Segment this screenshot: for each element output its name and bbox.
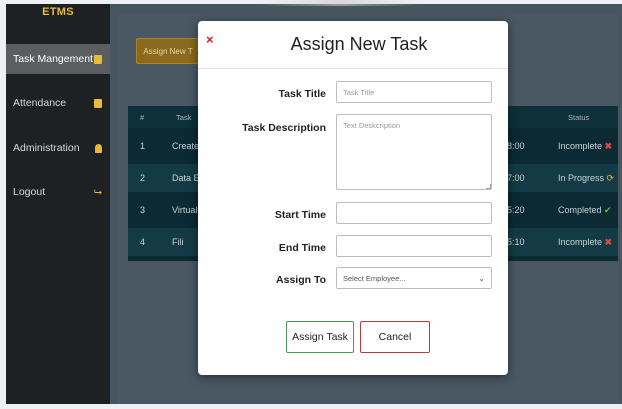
list-icon [94, 54, 102, 64]
decorative-glint [260, 0, 420, 6]
logout-icon: ⮡ [94, 186, 102, 198]
assign-to-select[interactable]: Select Employee... ⌄ [336, 267, 492, 289]
chevron-down-icon: ⌄ [478, 273, 485, 283]
start-time-label: Start Time [274, 209, 326, 221]
start-time-input[interactable] [336, 202, 492, 224]
sidebar-item-logout[interactable]: Logout ⮡ [6, 177, 110, 207]
task-title-label: Task Title [278, 88, 326, 100]
cancel-button[interactable]: Cancel [360, 321, 430, 353]
assign-new-task-button[interactable]: Assign New T [136, 38, 200, 64]
sidebar-item-label: Administration [13, 142, 80, 154]
brand-logo: ETMS [42, 6, 74, 18]
row-status: Completed ✔ [558, 205, 612, 216]
sidebar-item-label: Logout [13, 186, 46, 198]
assign-task-modal: × Assign New Task Task Title Task Descri… [198, 21, 508, 375]
row-number: 4 [140, 237, 146, 247]
row-task: Data E [172, 173, 200, 183]
status-text: Incomplete [558, 140, 603, 151]
row-number: 2 [140, 173, 146, 183]
sidebar-item-label: Task Mangement [13, 53, 93, 65]
column-header-status: Status [568, 112, 590, 122]
status-text: Incomplete [558, 236, 603, 247]
end-time-input[interactable] [336, 235, 492, 257]
row-number: 3 [140, 205, 146, 215]
task-title-input[interactable] [336, 81, 492, 103]
end-time-label: End Time [278, 242, 326, 254]
user-icon [95, 143, 102, 153]
sidebar-item-administration[interactable]: Administration [6, 133, 110, 163]
sidebar-item-label: Attendance [13, 97, 67, 109]
sidebar-item-attendance[interactable]: Attendance [6, 88, 110, 118]
status-text: Completed [558, 204, 602, 215]
task-description-textarea[interactable] [336, 114, 492, 190]
column-header-task: Task [176, 112, 192, 122]
modal-title: Assign New Task [290, 34, 428, 54]
sidebar-item-task-management[interactable]: Task Mangement [6, 44, 110, 74]
row-status: Incomplete ✖ [558, 237, 612, 248]
row-status: In Progress ⟳ [558, 173, 614, 184]
resize-grip-icon[interactable] [486, 184, 491, 189]
assign-to-selected-value: Select Employee... [343, 273, 406, 283]
task-description-label: Task Description [242, 122, 326, 134]
modal-header: × Assign New Task [198, 21, 508, 69]
row-task: Create [172, 141, 200, 151]
column-header-number: # [140, 112, 145, 122]
app-window: ETMS Task Mangement Attendance Administr… [0, 0, 622, 409]
check-icon: ✔ [604, 204, 612, 215]
assign-to-label: Assign To [276, 274, 326, 286]
status-text: In Progress [558, 172, 605, 183]
row-status: Incomplete ✖ [558, 141, 612, 152]
sidebar: ETMS Task Mangement Attendance Administr… [6, 4, 110, 404]
x-icon: ✖ [604, 140, 613, 151]
row-task: Fili [172, 237, 184, 247]
refresh-icon: ⟳ [606, 172, 615, 183]
list-icon [94, 98, 102, 108]
row-number: 1 [140, 141, 146, 151]
assign-task-button[interactable]: Assign Task [286, 321, 354, 353]
x-icon: ✖ [604, 236, 613, 247]
